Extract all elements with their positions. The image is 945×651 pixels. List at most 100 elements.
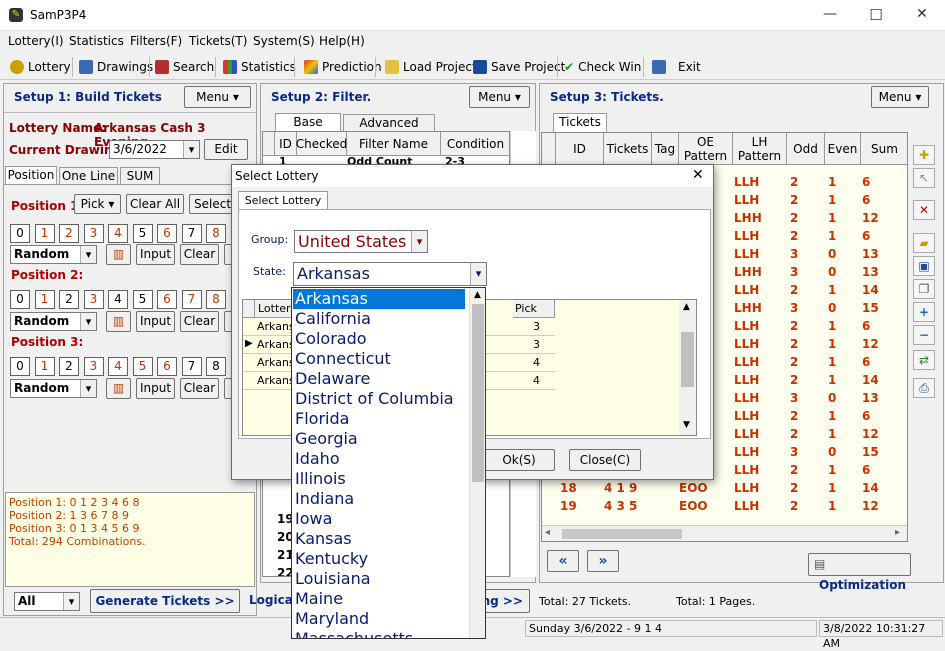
position1-clear-button[interactable]: Clear xyxy=(180,244,219,265)
setup2-menu-button[interactable]: Menu ▾ xyxy=(469,86,530,108)
digit-toggle[interactable]: 6 xyxy=(157,224,177,243)
setup3-menu-button[interactable]: Menu ▾ xyxy=(871,86,929,108)
toolbar-search-button[interactable]: Search xyxy=(155,56,214,77)
menu-statistics[interactable]: Statistics xyxy=(69,34,124,48)
generate-tickets-button[interactable]: Generate Tickets >> xyxy=(90,589,240,613)
position1-mode-select[interactable]: Random xyxy=(10,245,97,264)
digit-toggle[interactable]: 6 xyxy=(157,290,177,309)
toolbar-lottery-button[interactable]: Lottery xyxy=(10,56,71,77)
position2-input-button[interactable]: Input xyxy=(136,311,175,332)
table-row[interactable]: 18 4 1 9 EOO LLH 2 1 14 xyxy=(542,479,889,497)
toolbar-check-win-button[interactable]: ✔ Check Win xyxy=(564,56,641,77)
clear-all-button[interactable]: Clear All xyxy=(126,194,184,214)
add-ticket-icon[interactable]: ✚ xyxy=(913,145,935,165)
digit-toggle[interactable]: 5 xyxy=(132,290,153,309)
position1-chart-button[interactable]: ▥ xyxy=(106,244,131,265)
menu-filters[interactable]: Filters(F) xyxy=(130,34,182,48)
state-option[interactable]: Maryland xyxy=(295,609,467,629)
state-option[interactable]: Delaware xyxy=(295,369,467,389)
state-option[interactable]: Idaho xyxy=(295,449,467,469)
scroll-thumb[interactable] xyxy=(562,529,682,539)
pick-button[interactable]: Pick ▾ xyxy=(74,194,121,214)
current-drawing-select[interactable]: 3/6/2022 xyxy=(109,140,200,159)
state-option[interactable]: Arkansas xyxy=(293,289,465,309)
digit-toggle[interactable]: 4 xyxy=(108,290,128,309)
scroll-down-icon[interactable]: ▼ xyxy=(683,420,690,430)
scroll-up-icon[interactable]: ▲ xyxy=(474,290,481,300)
position2-clear-button[interactable]: Clear xyxy=(180,311,219,332)
ok-button[interactable]: Ok(S) xyxy=(483,449,555,471)
state-option[interactable]: Louisiana xyxy=(295,569,467,589)
minus-icon[interactable]: − xyxy=(913,325,935,345)
select-tool-icon[interactable]: ↖ xyxy=(913,168,935,188)
plus-icon[interactable]: + xyxy=(913,302,935,322)
state-select[interactable]: Arkansas xyxy=(293,262,487,286)
ticket-scope-select[interactable]: All xyxy=(14,592,80,611)
state-option[interactable]: Georgia xyxy=(295,429,467,449)
digit-toggle[interactable]: 5 xyxy=(132,357,153,376)
state-option[interactable]: Florida xyxy=(295,409,467,429)
toolbar-statistics-button[interactable]: Statistics xyxy=(223,56,296,77)
minimize-icon[interactable]: — xyxy=(820,6,840,24)
menu-help[interactable]: Help(H) xyxy=(319,34,365,48)
digit-toggle[interactable]: 0 xyxy=(10,357,30,376)
dialog-close-icon[interactable]: ✕ xyxy=(692,167,704,183)
menu-lottery[interactable]: Lottery(I) xyxy=(8,34,64,48)
position3-mode-select[interactable]: Random xyxy=(10,379,97,398)
print-icon[interactable]: ⎙ xyxy=(913,378,935,398)
position2-mode-select[interactable]: Random xyxy=(10,312,97,331)
state-option[interactable]: Kansas xyxy=(295,529,467,549)
open-folder-icon[interactable]: ▰ xyxy=(913,233,935,253)
delete-icon[interactable]: ✕ xyxy=(913,200,935,220)
table-row[interactable]: 19 4 3 5 EOO LLH 2 1 12 xyxy=(542,497,889,515)
state-option[interactable]: Illinois xyxy=(295,469,467,489)
scroll-thumb[interactable] xyxy=(472,304,484,482)
state-option[interactable]: Iowa xyxy=(295,509,467,529)
state-option[interactable]: Massachusetts xyxy=(295,629,467,638)
next-page-button[interactable]: » xyxy=(587,550,619,572)
digit-toggle[interactable]: 3 xyxy=(83,224,104,243)
digit-toggle[interactable]: 3 xyxy=(83,357,104,376)
group-select[interactable]: United States xyxy=(294,230,428,253)
digit-toggle[interactable]: 5 xyxy=(132,224,153,243)
state-option[interactable]: California xyxy=(295,309,467,329)
digit-toggle[interactable]: 7 xyxy=(181,357,202,376)
save-icon[interactable]: ▣ xyxy=(913,256,935,276)
digit-toggle[interactable]: 0 xyxy=(10,290,30,309)
menu-system[interactable]: System(S) xyxy=(253,34,315,48)
position3-input-button[interactable]: Input xyxy=(136,378,175,399)
setup1-menu-button[interactable]: Menu ▾ xyxy=(184,86,251,108)
position3-chart-button[interactable]: ▥ xyxy=(106,378,131,399)
position1-input-button[interactable]: Input xyxy=(136,244,175,265)
edit-drawing-button[interactable]: Edit xyxy=(204,139,248,160)
state-option[interactable]: Colorado xyxy=(295,329,467,349)
digit-toggle[interactable]: 4 xyxy=(108,224,128,243)
digit-toggle[interactable]: 8 xyxy=(206,290,226,309)
digit-toggle[interactable]: 2 xyxy=(59,357,79,376)
state-option[interactable]: Connecticut xyxy=(295,349,467,369)
digit-toggle[interactable]: 7 xyxy=(181,224,202,243)
state-option[interactable]: Maine xyxy=(295,589,467,609)
scroll-right-icon[interactable]: ▸ xyxy=(895,527,900,538)
state-list-scrollbar[interactable]: ▲ xyxy=(469,288,485,638)
tab-one-line[interactable]: One Line xyxy=(59,167,118,185)
toolbar-exit-button[interactable]: Exit xyxy=(652,56,701,77)
optimization-button[interactable]: ▤ Optimization xyxy=(808,553,911,592)
digit-toggle[interactable]: 1 xyxy=(34,290,55,309)
digit-toggle[interactable]: 4 xyxy=(108,357,128,376)
state-option[interactable]: Indiana xyxy=(295,489,467,509)
close-icon[interactable]: ✕ xyxy=(912,6,932,24)
toolbar-drawings-button[interactable]: Drawings xyxy=(79,56,153,77)
digit-toggle[interactable]: 6 xyxy=(157,357,177,376)
tab-sum[interactable]: SUM xyxy=(120,167,160,185)
scroll-left-icon[interactable]: ◂ xyxy=(545,527,550,538)
first-page-button[interactable]: « xyxy=(547,550,579,572)
export-icon[interactable]: ⇄ xyxy=(913,350,935,370)
maximize-icon[interactable]: ☐ xyxy=(866,6,886,24)
tab-base-filters[interactable]: Base Filters xyxy=(275,113,341,146)
digit-toggle[interactable]: 3 xyxy=(83,290,104,309)
toolbar-load-project-button[interactable]: Load Project xyxy=(385,56,477,77)
tab-select-lottery[interactable]: Select Lottery xyxy=(238,191,328,210)
state-option[interactable]: District of Columbia xyxy=(295,389,467,409)
digit-toggle[interactable]: 7 xyxy=(181,290,202,309)
